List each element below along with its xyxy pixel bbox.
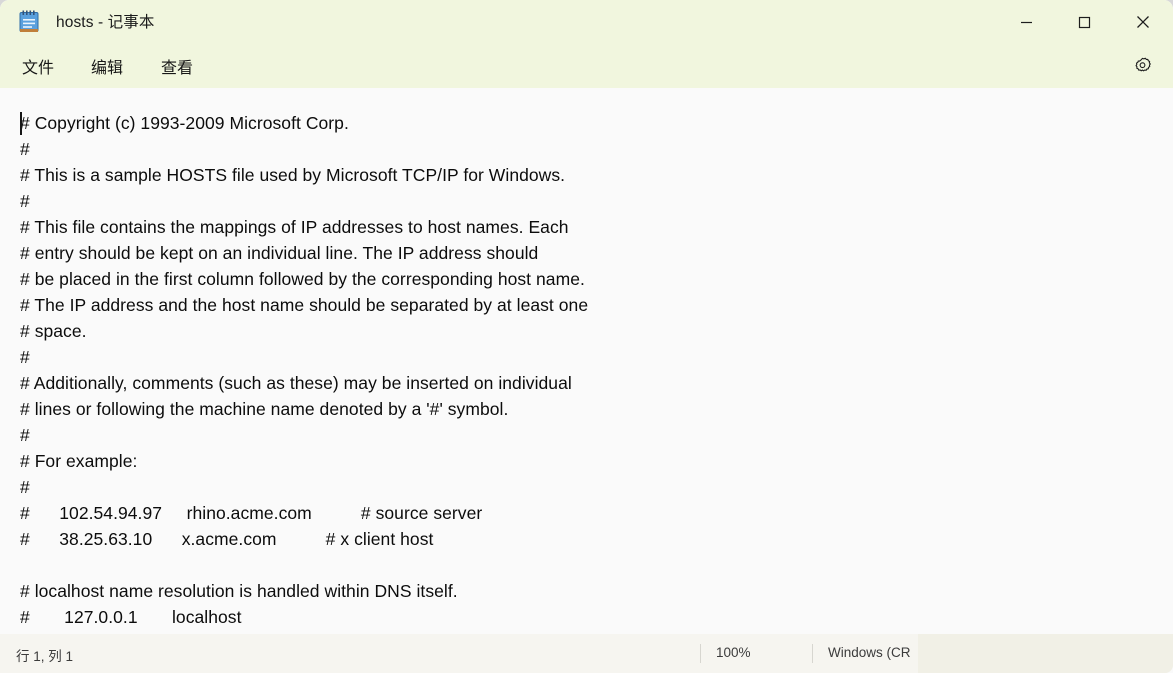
status-separator [700, 644, 701, 663]
status-bar-tail [918, 634, 1173, 673]
text-caret [20, 112, 22, 135]
menu-item-edit[interactable]: 编辑 [85, 44, 129, 88]
menu-item-view[interactable]: 查看 [155, 44, 199, 88]
text-editor-area[interactable]: # Copyright (c) 1993-2009 Microsoft Corp… [0, 88, 1173, 634]
status-bar-content: 行 1, 列 1 100% Windows (CR [0, 634, 918, 673]
menu-item-file[interactable]: 文件 [16, 44, 60, 88]
minimize-icon[interactable] [1003, 0, 1049, 44]
maximize-icon[interactable] [1061, 0, 1107, 44]
status-cursor-position[interactable]: 行 1, 列 1 [16, 645, 73, 665]
gear-icon[interactable] [1125, 50, 1159, 82]
window-title: hosts - 记事本 [56, 14, 155, 31]
status-bar: 行 1, 列 1 100% Windows (CR [0, 634, 1173, 673]
editor-content[interactable]: # Copyright (c) 1993-2009 Microsoft Corp… [20, 110, 588, 630]
notepad-window: hosts - 记事本 文件 编辑 查看 # Copyright (c) 199… [0, 0, 1173, 673]
title-bar[interactable]: hosts - 记事本 [0, 0, 1173, 44]
status-separator [812, 644, 813, 663]
menu-bar: 文件 编辑 查看 [0, 44, 1173, 88]
status-line-ending[interactable]: Windows (CR [828, 645, 911, 660]
close-icon[interactable] [1120, 0, 1166, 44]
notepad-icon [15, 8, 43, 36]
status-zoom-level[interactable]: 100% [716, 645, 751, 660]
